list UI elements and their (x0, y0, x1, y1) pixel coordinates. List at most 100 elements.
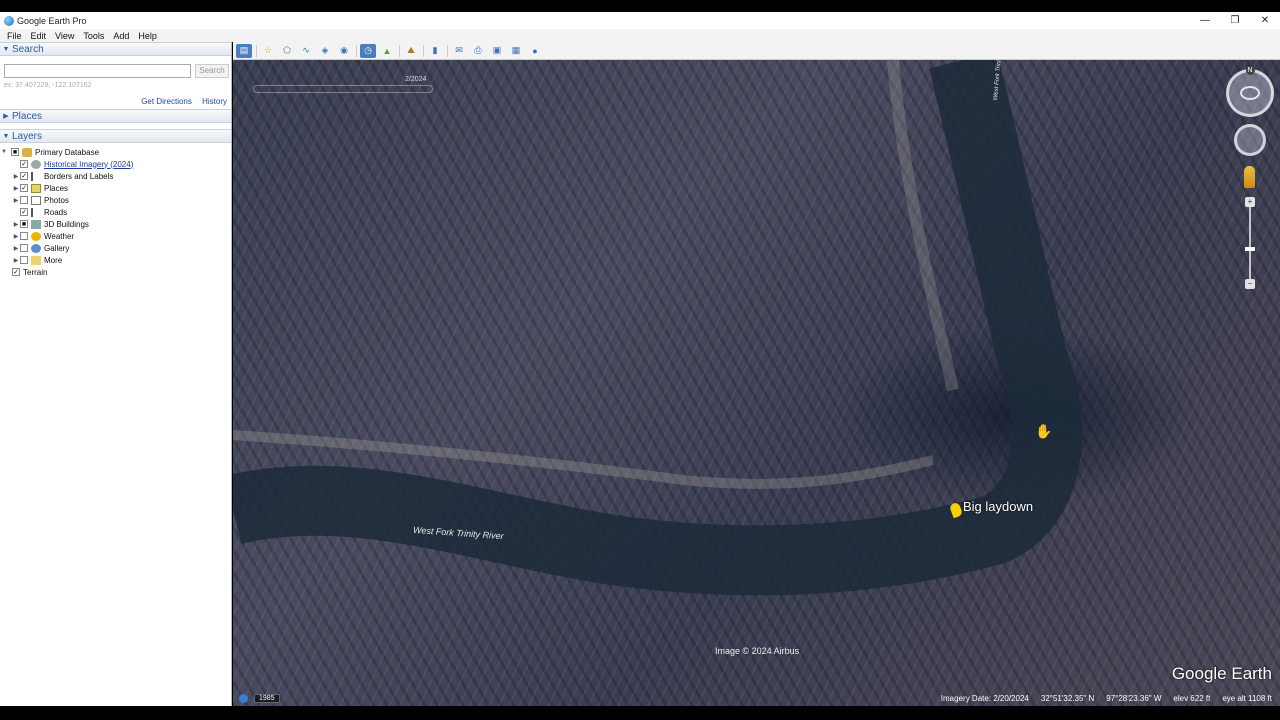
screen-border (0, 706, 1280, 720)
layer-more[interactable]: ▶ More (0, 254, 231, 266)
add-overlay-icon[interactable]: ◈ (317, 44, 333, 58)
layer-checkbox[interactable] (20, 232, 28, 240)
get-directions-link[interactable]: Get Directions (141, 97, 192, 106)
layer-gallery[interactable]: ▶ Gallery (0, 242, 231, 254)
expanded-triangle-icon: ▼ (2, 45, 10, 53)
expand-arrow-icon[interactable]: ▶ (12, 245, 20, 252)
expand-arrow-icon[interactable]: ▶ (12, 197, 20, 204)
layer-historical-imagery[interactable]: ✓ Historical Imagery (2024) (0, 158, 231, 170)
google-earth-icon (4, 15, 14, 26)
menu-edit[interactable]: Edit (31, 31, 47, 41)
layers-panel-header[interactable]: ▼ Layers (0, 129, 231, 143)
time-slider[interactable] (253, 85, 433, 93)
menu-tools[interactable]: Tools (83, 31, 104, 41)
title-bar: Google Earth Pro — ❐ ✕ (0, 12, 1280, 29)
layer-3d-buildings[interactable]: ▶ ■ 3D Buildings (0, 218, 231, 230)
time-slider-label: 2/2024 (405, 76, 427, 83)
layer-label[interactable]: Historical Imagery (2024) (44, 160, 133, 169)
email-icon[interactable]: ✉ (451, 44, 467, 58)
north-indicator[interactable]: N (1245, 66, 1255, 75)
save-image-icon[interactable]: ▣ (489, 44, 505, 58)
menu-view[interactable]: View (55, 31, 74, 41)
layer-checkbox[interactable]: ✓ (20, 160, 28, 168)
elevation: elev 622 ft (1173, 693, 1211, 703)
switch-to-sky-icon[interactable]: ⛰ (403, 44, 419, 58)
layer-roads[interactable]: ✓ Roads (0, 206, 231, 218)
hide-sidebar-button[interactable]: ▤ (236, 43, 252, 58)
layer-places[interactable]: ▶ ✓ Places (0, 182, 231, 194)
expand-arrow-icon[interactable]: ▶ (12, 173, 20, 180)
expand-arrow-icon[interactable]: ▶ (12, 233, 20, 240)
add-path-icon[interactable]: ∿ (298, 44, 314, 58)
layer-checkbox[interactable]: ■ (20, 220, 28, 228)
zoom-track[interactable] (1245, 207, 1255, 279)
pegman-icon[interactable] (1244, 166, 1255, 188)
building-icon (31, 219, 41, 229)
view-in-maps-icon[interactable]: ● (527, 44, 543, 58)
expanded-triangle-icon: ▼ (2, 132, 10, 140)
placemark-label[interactable]: Big laydown (963, 499, 1033, 514)
database-icon (22, 147, 32, 157)
layer-label: Weather (44, 231, 75, 241)
search-panel-header[interactable]: ▼ Search (0, 42, 231, 56)
expand-arrow-icon[interactable]: ▶ (12, 185, 20, 192)
globe-icon[interactable] (239, 693, 248, 703)
zoom-slider[interactable]: + − (1245, 197, 1255, 289)
historical-year-badge[interactable]: 1985 (254, 693, 280, 703)
layer-borders-labels[interactable]: ▶ ✓ Borders and Labels (0, 170, 231, 182)
zoom-in-button[interactable]: + (1245, 197, 1255, 207)
minimize-button[interactable]: — (1190, 12, 1220, 29)
menu-file[interactable]: File (7, 31, 22, 41)
restore-button[interactable]: ❐ (1220, 12, 1250, 29)
expand-arrow-icon[interactable]: ▶ (12, 257, 20, 264)
layer-weather[interactable]: ▶ Weather (0, 230, 231, 242)
road-sign-icon (31, 207, 41, 217)
movie-maker-icon[interactable]: ▦ (508, 44, 524, 58)
layer-terrain[interactable]: ✓ Terrain (0, 266, 231, 278)
add-polygon-icon[interactable]: ⬠ (279, 44, 295, 58)
earth-view[interactable]: 2/2024 West Fork Trinity River West Fork… (233, 60, 1280, 706)
history-link[interactable]: History (202, 97, 227, 106)
layer-primary-database[interactable]: ▼ ■ Primary Database (0, 146, 231, 158)
search-button[interactable]: Search (195, 64, 229, 78)
places-header-label: Places (12, 110, 43, 122)
layer-label: 3D Buildings (44, 219, 89, 229)
places-icon (31, 183, 41, 193)
zoom-thumb[interactable] (1245, 247, 1255, 251)
latitude: 32°51'32.35" N (1040, 693, 1095, 703)
layer-checkbox[interactable] (20, 196, 28, 204)
ruler-icon[interactable]: ▮ (427, 44, 443, 58)
close-button[interactable]: ✕ (1250, 12, 1280, 29)
record-tour-icon[interactable]: ◉ (336, 44, 352, 58)
layer-checkbox[interactable]: ✓ (20, 184, 28, 192)
layer-label: Places (44, 183, 69, 193)
layer-checkbox[interactable]: ✓ (20, 172, 28, 180)
expand-arrow-icon[interactable]: ▶ (12, 221, 20, 228)
layer-checkbox[interactable]: ✓ (20, 208, 28, 216)
expand-arrow-icon[interactable]: ▼ (0, 149, 8, 155)
collapsed-triangle-icon: ▶ (3, 113, 9, 120)
menu-add[interactable]: Add (113, 31, 129, 41)
search-links: Get Directions History (133, 97, 227, 106)
eye-icon (1240, 86, 1260, 100)
layer-checkbox[interactable] (20, 244, 28, 252)
toolbar: ▤ ☆ ⬠ ∿ ◈ ◉ ◷ ▲ ⛰ ▮ ✉ ⎙ ▣ ▦ ● (233, 42, 1280, 60)
sunlight-icon[interactable]: ▲ (379, 44, 395, 58)
flag-icon (31, 171, 41, 181)
zoom-out-button[interactable]: − (1245, 279, 1255, 289)
compass-ring[interactable]: N (1226, 66, 1274, 117)
google-earth-logo: Google Earth (1171, 664, 1272, 683)
print-icon[interactable]: ⎙ (470, 44, 486, 58)
folder-icon (31, 255, 41, 265)
add-placemark-icon[interactable]: ☆ (260, 44, 276, 58)
historical-imagery-icon[interactable]: ◷ (360, 43, 376, 58)
eye-altitude: eye alt 1108 ft (1222, 693, 1272, 703)
layer-checkbox[interactable]: ✓ (12, 268, 20, 276)
search-input[interactable] (4, 64, 191, 78)
menu-help[interactable]: Help (138, 31, 157, 41)
layer-checkbox[interactable] (20, 256, 28, 264)
places-panel-header[interactable]: ▶ Places (0, 109, 231, 123)
layer-checkbox[interactable]: ■ (11, 148, 19, 156)
layer-photos[interactable]: ▶ Photos (0, 194, 231, 206)
move-joystick[interactable] (1234, 124, 1266, 156)
